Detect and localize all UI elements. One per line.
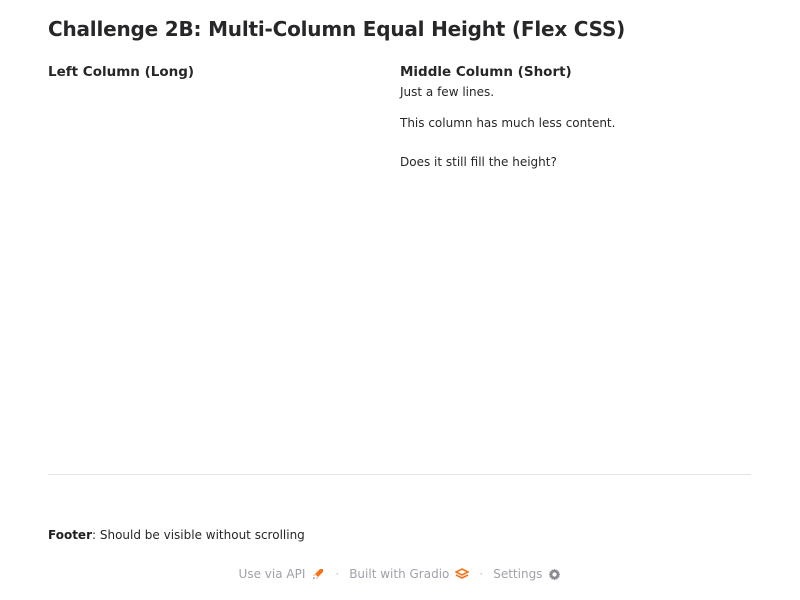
middle-column-paragraph: Does it still fill the height?: [400, 155, 557, 169]
gradio-footer: Use via API · Built with Gradio · Settin…: [0, 565, 800, 583]
rocket-icon: [312, 569, 324, 580]
use-via-api-link[interactable]: Use via API: [239, 567, 326, 581]
left-column-heading: Left Column (Long): [48, 64, 195, 80]
footer-separator: ·: [335, 567, 340, 581]
built-with-gradio-label: Built with Gradio: [349, 567, 450, 581]
divider: [48, 474, 751, 475]
built-with-gradio-link[interactable]: Built with Gradio: [349, 567, 470, 581]
gear-icon: [549, 568, 561, 580]
settings-link[interactable]: Settings: [493, 567, 561, 581]
columns-row: Left Column (Long) Middle Column (Short)…: [48, 62, 752, 462]
gradio-logo-icon: [455, 568, 470, 579]
page-title: Challenge 2B: Multi-Column Equal Height …: [48, 17, 626, 41]
footer-text: Footer: Should be visible without scroll…: [48, 527, 305, 543]
app-page: Challenge 2B: Multi-Column Equal Height …: [0, 0, 800, 600]
footer-separator: ·: [479, 567, 484, 581]
middle-column: Middle Column (Short) Just a few lines. …: [400, 62, 752, 462]
footer-label: Footer: [48, 528, 92, 542]
middle-column-heading: Middle Column (Short): [400, 64, 572, 80]
middle-column-paragraph: This column has much less content.: [400, 116, 616, 130]
middle-column-paragraph: Just a few lines.: [400, 85, 495, 99]
use-via-api-label: Use via API: [238, 567, 306, 581]
footer-description: : Should be visible without scrolling: [92, 528, 305, 542]
left-column: Left Column (Long): [48, 62, 400, 462]
settings-label: Settings: [493, 567, 543, 581]
